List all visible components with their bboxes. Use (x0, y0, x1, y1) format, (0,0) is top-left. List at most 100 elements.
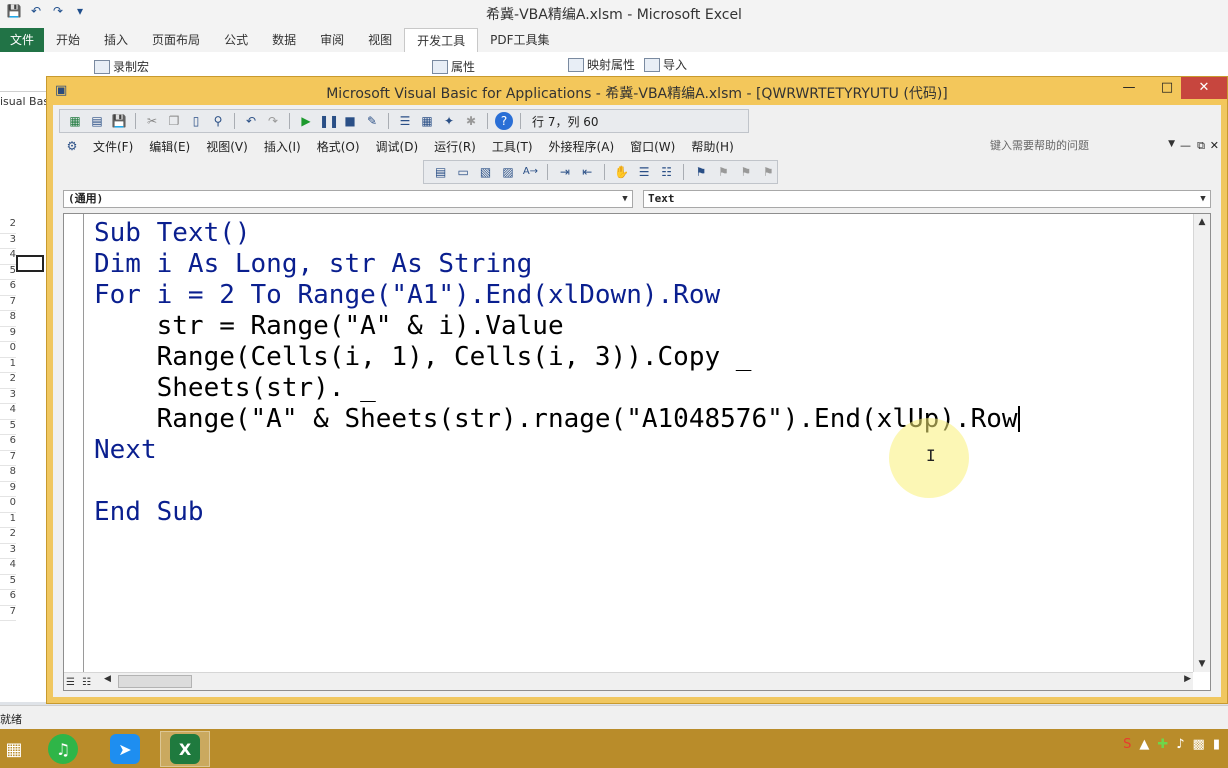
list-properties-icon[interactable]: ▤ (432, 163, 449, 181)
properties-button[interactable]: 属性 (432, 58, 475, 75)
row-header[interactable]: 2 (0, 218, 16, 234)
import-button[interactable]: 导入 (644, 56, 687, 73)
scroll-down-icon[interactable]: ▼ (1194, 656, 1210, 672)
volume-icon[interactable]: ♪ (1176, 737, 1184, 752)
code-line[interactable] (94, 466, 1020, 497)
full-module-view-icon[interactable]: ☷ (82, 677, 91, 688)
code-line[interactable]: Sub Text() (94, 218, 1020, 249)
tab-page-layout[interactable]: 页面布局 (140, 28, 212, 52)
menu-help[interactable]: 帮助(H) (683, 138, 741, 155)
undo-icon[interactable]: ↶ (242, 112, 260, 130)
code-line[interactable]: Range(Cells(i, 1), Cells(i, 3)).Copy _ (94, 342, 1020, 373)
row-header[interactable]: 7 (0, 451, 16, 466)
parameter-info-icon[interactable]: ▨ (499, 163, 516, 181)
tab-pdf-tools[interactable]: PDF工具集 (478, 28, 561, 52)
toolbox-icon[interactable]: ✱ (462, 112, 480, 130)
comment-block-icon[interactable]: ☰ (635, 163, 652, 181)
complete-word-icon[interactable]: A→ (522, 163, 539, 181)
menu-window[interactable]: 窗口(W) (622, 138, 683, 155)
code-line[interactable]: End Sub (94, 497, 1020, 528)
procedure-view-icon[interactable]: ☰ (66, 677, 75, 688)
break-icon[interactable]: ❚❚ (319, 112, 339, 130)
clear-bookmarks-icon[interactable]: ⚑ (760, 163, 777, 181)
row-header[interactable]: 7 (0, 606, 16, 621)
taskbar-excel[interactable]: X (160, 731, 210, 767)
menu-format[interactable]: 格式(O) (309, 138, 368, 155)
reset-icon[interactable]: ■ (341, 112, 359, 130)
outdent-icon[interactable]: ⇤ (579, 163, 596, 181)
object-dropdown[interactable]: (通用) ▼ (63, 190, 633, 208)
run-icon[interactable]: ▶ (297, 112, 315, 130)
mdi-close-icon[interactable]: ✕ (1210, 139, 1219, 152)
cut-icon[interactable]: ✂ (143, 112, 161, 130)
properties-window-icon[interactable]: ▦ (418, 112, 436, 130)
menu-insert[interactable]: 插入(I) (256, 138, 309, 155)
menu-file[interactable]: 文件(F) (85, 138, 141, 155)
tab-file[interactable]: 文件 (0, 28, 45, 52)
tab-view[interactable]: 视图 (356, 28, 404, 52)
tab-insert[interactable]: 插入 (92, 28, 140, 52)
add-icon[interactable]: ✚ (1157, 737, 1168, 752)
row-header[interactable]: 0 (0, 497, 16, 513)
row-header[interactable]: 9 (0, 482, 16, 497)
uncomment-block-icon[interactable]: ☷ (658, 163, 675, 181)
tab-review[interactable]: 审阅 (308, 28, 356, 52)
row-header[interactable]: 1 (0, 513, 16, 528)
margin-indicator-bar[interactable] (64, 214, 84, 672)
row-header[interactable]: 6 (0, 590, 16, 606)
visual-basic-button-label[interactable]: isual Bas (0, 95, 49, 108)
vertical-scrollbar[interactable]: ▲ ▼ (1193, 214, 1210, 672)
tab-formulas[interactable]: 公式 (212, 28, 260, 52)
design-mode-icon[interactable]: ✎ (363, 112, 381, 130)
tab-data[interactable]: 数据 (260, 28, 308, 52)
code-line[interactable]: str = Range("A" & i).Value (94, 311, 1020, 342)
previous-bookmark-icon[interactable]: ⚑ (737, 163, 754, 181)
menu-run[interactable]: 运行(R) (426, 138, 484, 155)
row-header[interactable]: 5 (0, 575, 16, 590)
toggle-breakpoint-icon[interactable]: ✋ (613, 163, 630, 181)
input-method-icon[interactable]: S (1123, 737, 1131, 752)
close-button[interactable]: ✕ (1181, 77, 1227, 99)
show-hidden-icons-icon[interactable]: ▲ (1139, 737, 1149, 752)
insert-module-icon[interactable]: ▤ (88, 112, 106, 130)
scroll-up-icon[interactable]: ▲ (1194, 214, 1210, 230)
vba-menu-icon[interactable]: ⚙ (63, 137, 81, 155)
code-line[interactable]: Range("A" & Sheets(str).rnage("A1048576"… (94, 404, 1020, 435)
code-editor[interactable]: Sub Text() Dim i As Long, str As String Fo… (63, 213, 1211, 691)
row-header[interactable]: 2 (0, 373, 16, 389)
row-header[interactable]: 2 (0, 528, 16, 544)
mdi-minimize-icon[interactable]: — (1180, 139, 1191, 152)
network-icon[interactable]: ▩ (1193, 737, 1205, 752)
horizontal-scrollbar[interactable]: ☰ ☷ ◀ ▶ (64, 672, 1193, 690)
minimize-button[interactable]: — (1109, 77, 1149, 99)
battery-icon[interactable]: ▮ (1213, 737, 1220, 752)
menu-tools[interactable]: 工具(T) (484, 138, 541, 155)
row-header[interactable]: 6 (0, 280, 16, 296)
code-text[interactable]: Sub Text() Dim i As Long, str As String Fo… (94, 218, 1020, 528)
row-header[interactable]: 3 (0, 544, 16, 559)
row-header[interactable]: 0 (0, 342, 16, 358)
scroll-left-icon[interactable]: ◀ (104, 674, 111, 684)
scrollbar-thumb[interactable] (118, 675, 192, 688)
map-properties-button[interactable]: 映射属性 (568, 56, 635, 73)
paste-icon[interactable]: ▯ (187, 112, 205, 130)
object-browser-icon[interactable]: ✦ (440, 112, 458, 130)
code-line[interactable]: Dim i As Long, str As String (94, 249, 1020, 280)
row-header[interactable]: 5 (0, 265, 16, 280)
code-line[interactable]: For i = 2 To Range("A1").End(xlDown).Row (94, 280, 1020, 311)
row-header[interactable]: 3 (0, 234, 16, 249)
menu-edit[interactable]: 编辑(E) (141, 138, 198, 155)
row-header[interactable]: 7 (0, 296, 16, 311)
row-header[interactable]: 5 (0, 420, 16, 435)
copy-icon[interactable]: ❐ (165, 112, 183, 130)
code-line[interactable]: Sheets(str). _ (94, 373, 1020, 404)
row-header[interactable]: 8 (0, 466, 16, 482)
row-header[interactable]: 4 (0, 249, 16, 265)
row-header[interactable]: 3 (0, 389, 16, 404)
taskbar-chat-app[interactable]: ➤ (100, 731, 150, 767)
list-constants-icon[interactable]: ▭ (454, 163, 471, 181)
menu-view[interactable]: 视图(V) (198, 138, 256, 155)
help-dropdown-icon[interactable]: ▼ (1168, 139, 1175, 149)
row-header[interactable]: 4 (0, 404, 16, 420)
start-button[interactable]: ▦ (0, 731, 28, 767)
